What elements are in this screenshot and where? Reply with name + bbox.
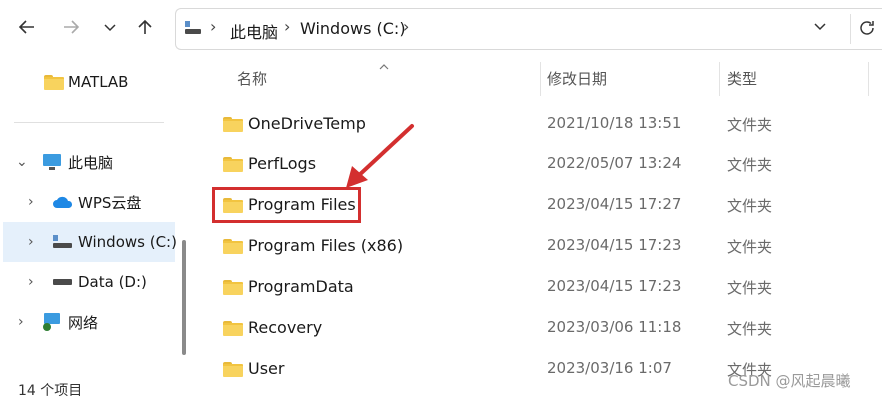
up-button[interactable]: [132, 14, 158, 40]
breadcrumb-this-pc[interactable]: 此电脑: [230, 19, 278, 43]
sidebar-item-windows-c[interactable]: › Windows (C:): [3, 222, 177, 262]
folder-icon: [223, 280, 243, 295]
navigation-pane: MATLAB ⌄ 此电脑 › WPS云盘 › Windows (C:) › Da…: [0, 50, 190, 380]
sort-up-icon: [378, 56, 390, 75]
sidebar-item-label: 此电脑: [68, 153, 114, 172]
arrow-left-icon: [18, 20, 34, 34]
sidebar-item-label: 网络: [68, 313, 99, 332]
folder-icon: [223, 362, 243, 377]
sidebar-item-label: Data (D:): [78, 273, 147, 291]
file-type: 文件夹: [727, 320, 773, 338]
recent-locations-button[interactable]: [97, 14, 123, 40]
file-date: 2023/04/15 17:23: [547, 236, 682, 254]
annotation-arrow-icon: [346, 124, 414, 188]
file-name: PerfLogs: [248, 154, 317, 173]
folder-icon: [44, 75, 64, 90]
chevron-right-icon[interactable]: ›: [28, 234, 34, 250]
annotation-highlight-box: [212, 187, 361, 223]
file-type: 文件夹: [727, 156, 773, 174]
sidebar-item-label: MATLAB: [68, 73, 129, 91]
file-name: ProgramData: [248, 277, 354, 296]
chevron-down-icon[interactable]: ⌄: [16, 154, 28, 170]
file-type: 文件夹: [727, 197, 773, 215]
drive-icon: [185, 21, 201, 34]
file-name: User: [248, 359, 285, 378]
file-date: 2023/03/16 1:07: [547, 359, 672, 377]
arrow-up-icon: [138, 19, 152, 34]
file-type: 文件夹: [727, 238, 773, 256]
divider: [14, 122, 164, 123]
address-history-button[interactable]: [812, 18, 828, 38]
table-row[interactable]: ProgramData 2023/04/15 17:23 文件夹: [200, 267, 882, 307]
breadcrumb-drive-c[interactable]: Windows (C:): [300, 19, 406, 38]
table-row[interactable]: OneDriveTemp 2021/10/18 13:51 文件夹: [200, 104, 882, 144]
table-row[interactable]: PerfLogs 2022/05/07 13:24 文件夹: [200, 144, 882, 184]
refresh-icon: [860, 21, 874, 35]
folder-icon: [223, 117, 243, 132]
sidebar-item-label: Windows (C:): [78, 233, 177, 251]
refresh-button[interactable]: [850, 14, 882, 44]
table-row[interactable]: Recovery 2023/03/06 11:18 文件夹: [200, 308, 882, 348]
file-name: Recovery: [248, 318, 323, 337]
file-name: Program Files (x86): [248, 236, 404, 255]
file-type: 文件夹: [727, 279, 773, 297]
arrow-right-icon: [64, 20, 80, 34]
column-header-name[interactable]: 名称: [237, 68, 267, 89]
folder-icon: [223, 239, 243, 254]
table-row[interactable]: Program Files (x86) 2023/04/15 17:23 文件夹: [200, 226, 882, 266]
address-bar[interactable]: [175, 8, 882, 50]
breadcrumb-separator: ›: [403, 17, 410, 36]
file-type: 文件夹: [727, 116, 773, 134]
column-header-modified[interactable]: 修改日期: [547, 68, 607, 89]
breadcrumb-separator: ›: [284, 17, 291, 36]
sidebar-item-this-pc[interactable]: ⌄ 此电脑: [0, 142, 170, 182]
folder-icon: [223, 157, 243, 172]
column-divider[interactable]: [719, 62, 720, 96]
sidebar-item-matlab[interactable]: MATLAB: [0, 62, 170, 102]
file-date: 2023/03/06 11:18: [547, 318, 682, 336]
breadcrumb-separator: ›: [210, 17, 217, 36]
file-date: 2023/04/15 17:23: [547, 277, 682, 295]
file-date: 2023/04/15 17:27: [547, 195, 682, 213]
watermark: CSDN @风起晨曦: [728, 372, 851, 390]
chevron-right-icon[interactable]: ›: [28, 274, 34, 290]
monitor-icon: [43, 154, 61, 170]
drive-icon: [53, 235, 72, 248]
item-count-status: 14 个项目: [18, 383, 83, 399]
sidebar-scrollbar[interactable]: [182, 240, 186, 355]
column-header-type[interactable]: 类型: [727, 68, 757, 89]
sidebar-item-label: WPS云盘: [78, 193, 142, 212]
file-date: 2021/10/18 13:51: [547, 114, 682, 132]
folder-icon: [223, 321, 243, 336]
chevron-right-icon[interactable]: ›: [28, 194, 34, 210]
file-date: 2022/05/07 13:24: [547, 154, 682, 172]
cloud-icon: [53, 196, 73, 208]
column-divider[interactable]: [540, 62, 541, 96]
sidebar-item-network[interactable]: › 网络: [0, 302, 170, 342]
drive-icon: [53, 279, 72, 285]
chevron-right-icon[interactable]: ›: [18, 314, 24, 330]
chevron-down-icon: [814, 23, 826, 31]
chevron-down-icon: [104, 24, 116, 32]
back-button[interactable]: [14, 14, 40, 40]
sidebar-item-data-d[interactable]: › Data (D:): [0, 262, 170, 302]
network-icon: [43, 313, 60, 331]
column-divider[interactable]: [868, 62, 869, 96]
sidebar-item-wps-cloud[interactable]: › WPS云盘: [0, 182, 170, 222]
forward-button[interactable]: [58, 14, 84, 40]
